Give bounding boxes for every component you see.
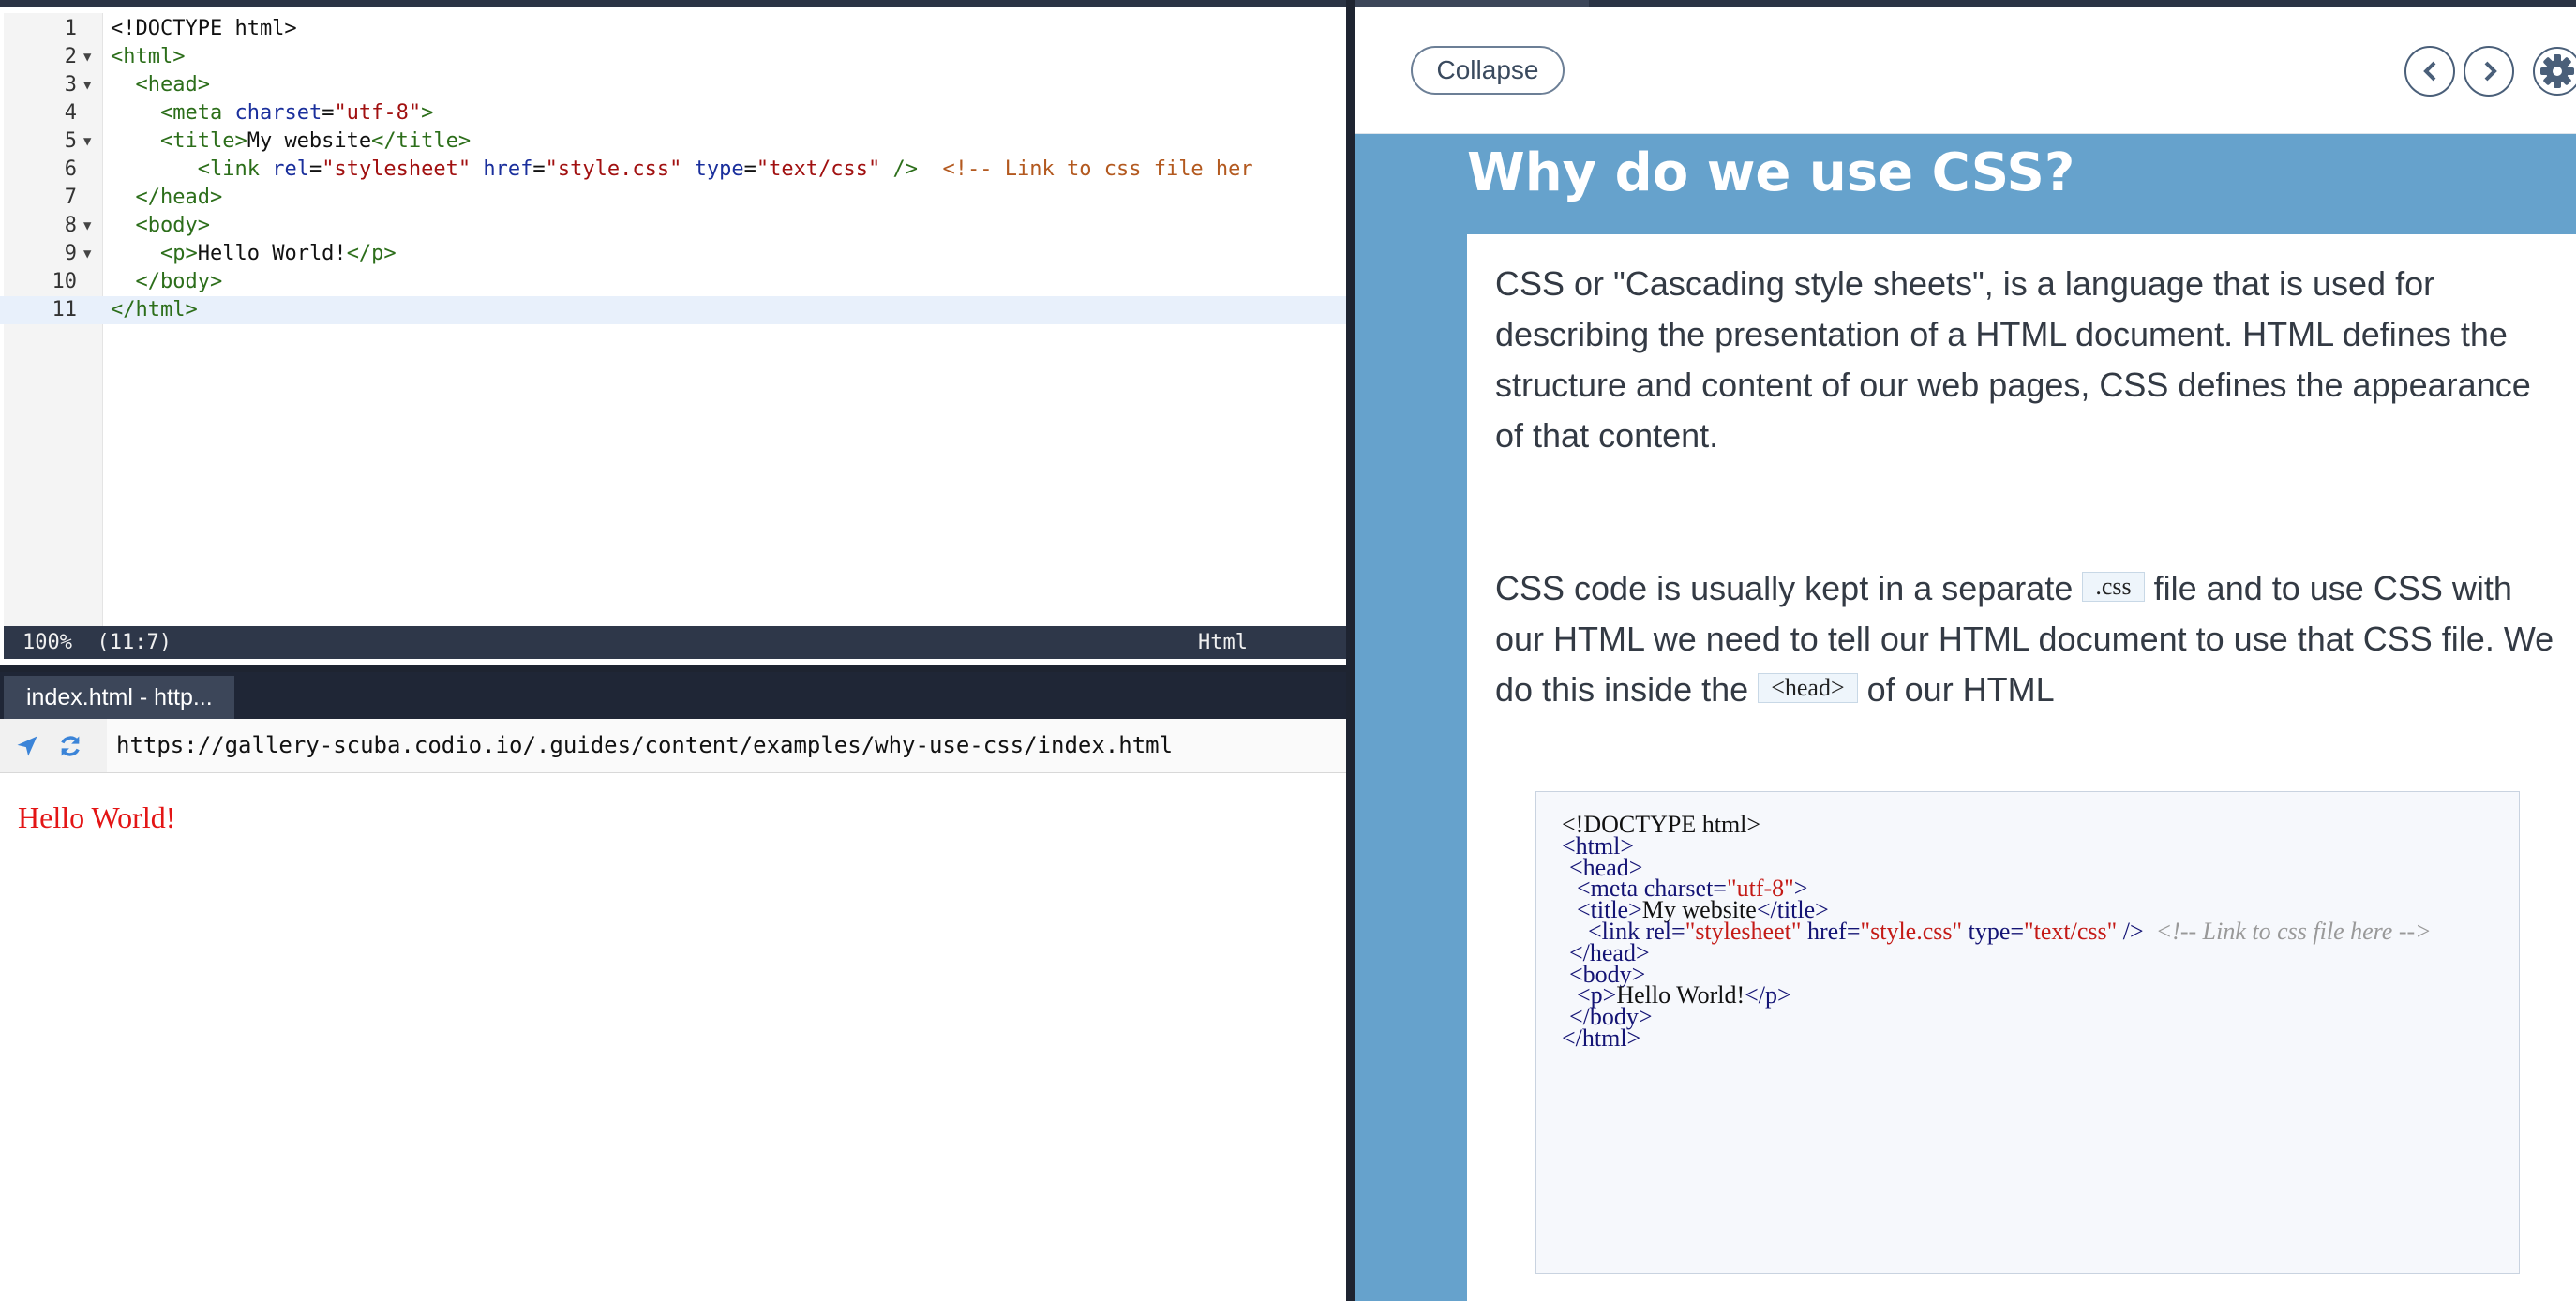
code-text: <link rel="stylesheet" href="style.css" … bbox=[197, 157, 1253, 181]
code-line[interactable]: 4 <meta charset="utf-8"> bbox=[0, 99, 1346, 127]
editor-statusbar: 100% (11:7) Html bbox=[4, 626, 1346, 659]
url-field[interactable]: https://gallery-scuba.codio.io/.guides/c… bbox=[107, 719, 1346, 772]
preview-hello-text: Hello World! bbox=[18, 800, 176, 834]
code-text: <body> bbox=[135, 214, 210, 237]
preview-tabbar: index.html - http... bbox=[0, 672, 1346, 719]
code-line[interactable]: 11 </html> bbox=[0, 296, 1346, 324]
paragraph-usage-part-3: of our HTML bbox=[1866, 670, 2055, 709]
code-text: </body> bbox=[135, 270, 223, 293]
fold-arrow-icon[interactable]: ▼ bbox=[83, 43, 91, 71]
code-text: <head> bbox=[135, 73, 210, 97]
status-zoom-position: 100% (11:7) bbox=[22, 631, 172, 654]
fold-arrow-icon[interactable]: ▼ bbox=[83, 71, 91, 99]
code-text: <!DOCTYPE html> bbox=[111, 17, 297, 40]
code-line[interactable]: 3 ▼ <head> bbox=[0, 71, 1346, 99]
line-number: 4 bbox=[64, 101, 77, 125]
line-number: 9 bbox=[64, 242, 77, 265]
inline-code-css: .css bbox=[2082, 572, 2145, 603]
code-example-line: </html> bbox=[1562, 1024, 1641, 1052]
tab-index-html[interactable]: index.html - http... bbox=[4, 676, 234, 719]
line-number: 11 bbox=[52, 298, 78, 322]
pane-divider[interactable] bbox=[1346, 0, 1355, 1301]
code-text: <p>Hello World!</p> bbox=[159, 242, 397, 265]
code-line[interactable]: 9 ▼ <p>Hello World!</p> bbox=[0, 240, 1346, 268]
code-example: <!DOCTYPE html> <html> <head> <meta charset… bbox=[1535, 791, 2520, 1274]
code-example-line: <link rel="stylesheet" href="style.css" … bbox=[1588, 918, 2432, 945]
code-text: </head> bbox=[135, 186, 223, 209]
code-editor[interactable]: 1 <!DOCTYPE html> 2 ▼ <html> 3 ▼ <head> 4 <meta… bbox=[0, 0, 1346, 665]
fold-arrow-icon[interactable]: ▼ bbox=[83, 127, 91, 156]
navigate-icon[interactable] bbox=[14, 733, 40, 759]
code-line[interactable]: 5 ▼ <title>My website</title> bbox=[0, 127, 1346, 156]
line-number: 7 bbox=[64, 186, 77, 209]
code-line[interactable]: 2 ▼ <html> bbox=[0, 43, 1346, 71]
inline-code-head: <head> bbox=[1758, 673, 1858, 704]
guide-header: Collapse bbox=[1355, 7, 2576, 134]
code-line[interactable]: 1 <!DOCTYPE html> bbox=[0, 15, 1346, 43]
gear-icon[interactable] bbox=[2532, 46, 2576, 97]
refresh-icon[interactable] bbox=[57, 733, 83, 759]
preview-urlbar: https://gallery-scuba.codio.io/.guides/c… bbox=[0, 719, 1346, 773]
preview-panel: index.html - http... https://gallery-scu… bbox=[0, 672, 1346, 1301]
code-text: <title>My website</title> bbox=[159, 129, 472, 153]
fold-arrow-icon[interactable]: ▼ bbox=[83, 212, 91, 240]
code-text: <html> bbox=[111, 45, 186, 68]
guide-tab-strip bbox=[1355, 0, 2576, 7]
page-title: Why do we use CSS? bbox=[1467, 142, 2075, 203]
code-line[interactable]: 10 </body> bbox=[0, 268, 1346, 296]
line-number: 1 bbox=[64, 17, 77, 40]
line-number: 3 bbox=[64, 73, 77, 97]
chevron-left-icon bbox=[2423, 61, 2436, 82]
paragraph-intro: CSS or "Cascading style sheets", is a la… bbox=[1495, 264, 2531, 455]
code-line[interactable]: 6 <link rel="stylesheet" href="style.css… bbox=[0, 156, 1346, 184]
editor-lines[interactable]: 1 <!DOCTYPE html> 2 ▼ <html> 3 ▼ <head> 4 <meta… bbox=[0, 15, 1346, 324]
line-number: 8 bbox=[64, 214, 77, 237]
paragraph-usage-part-1: CSS code is usually kept in a separate bbox=[1495, 569, 2074, 607]
collapse-button[interactable]: Collapse bbox=[1411, 46, 1565, 95]
code-line[interactable]: 8 ▼ <body> bbox=[0, 212, 1346, 240]
line-number: 5 bbox=[64, 129, 77, 153]
guide-panel: Collapse Why do we use CSS? CSS or "Casc… bbox=[1355, 0, 2576, 1301]
line-number: 6 bbox=[64, 157, 77, 181]
line-number: 2 bbox=[64, 45, 77, 68]
status-mode[interactable]: Html bbox=[1198, 626, 1248, 659]
fold-arrow-icon[interactable]: ▼ bbox=[83, 240, 91, 268]
code-line[interactable]: 7 </head> bbox=[0, 184, 1346, 212]
line-number: 10 bbox=[52, 270, 78, 293]
paragraph-usage: CSS code is usually kept in a separate .… bbox=[1495, 563, 2554, 715]
next-button[interactable] bbox=[2464, 46, 2514, 97]
code-text: </html> bbox=[111, 298, 198, 322]
guide-content: CSS or "Cascading style sheets", is a la… bbox=[1467, 234, 2576, 1301]
previous-button[interactable] bbox=[2404, 46, 2455, 97]
chevron-right-icon bbox=[2484, 61, 2497, 82]
code-text: <meta charset="utf-8"> bbox=[159, 101, 434, 125]
